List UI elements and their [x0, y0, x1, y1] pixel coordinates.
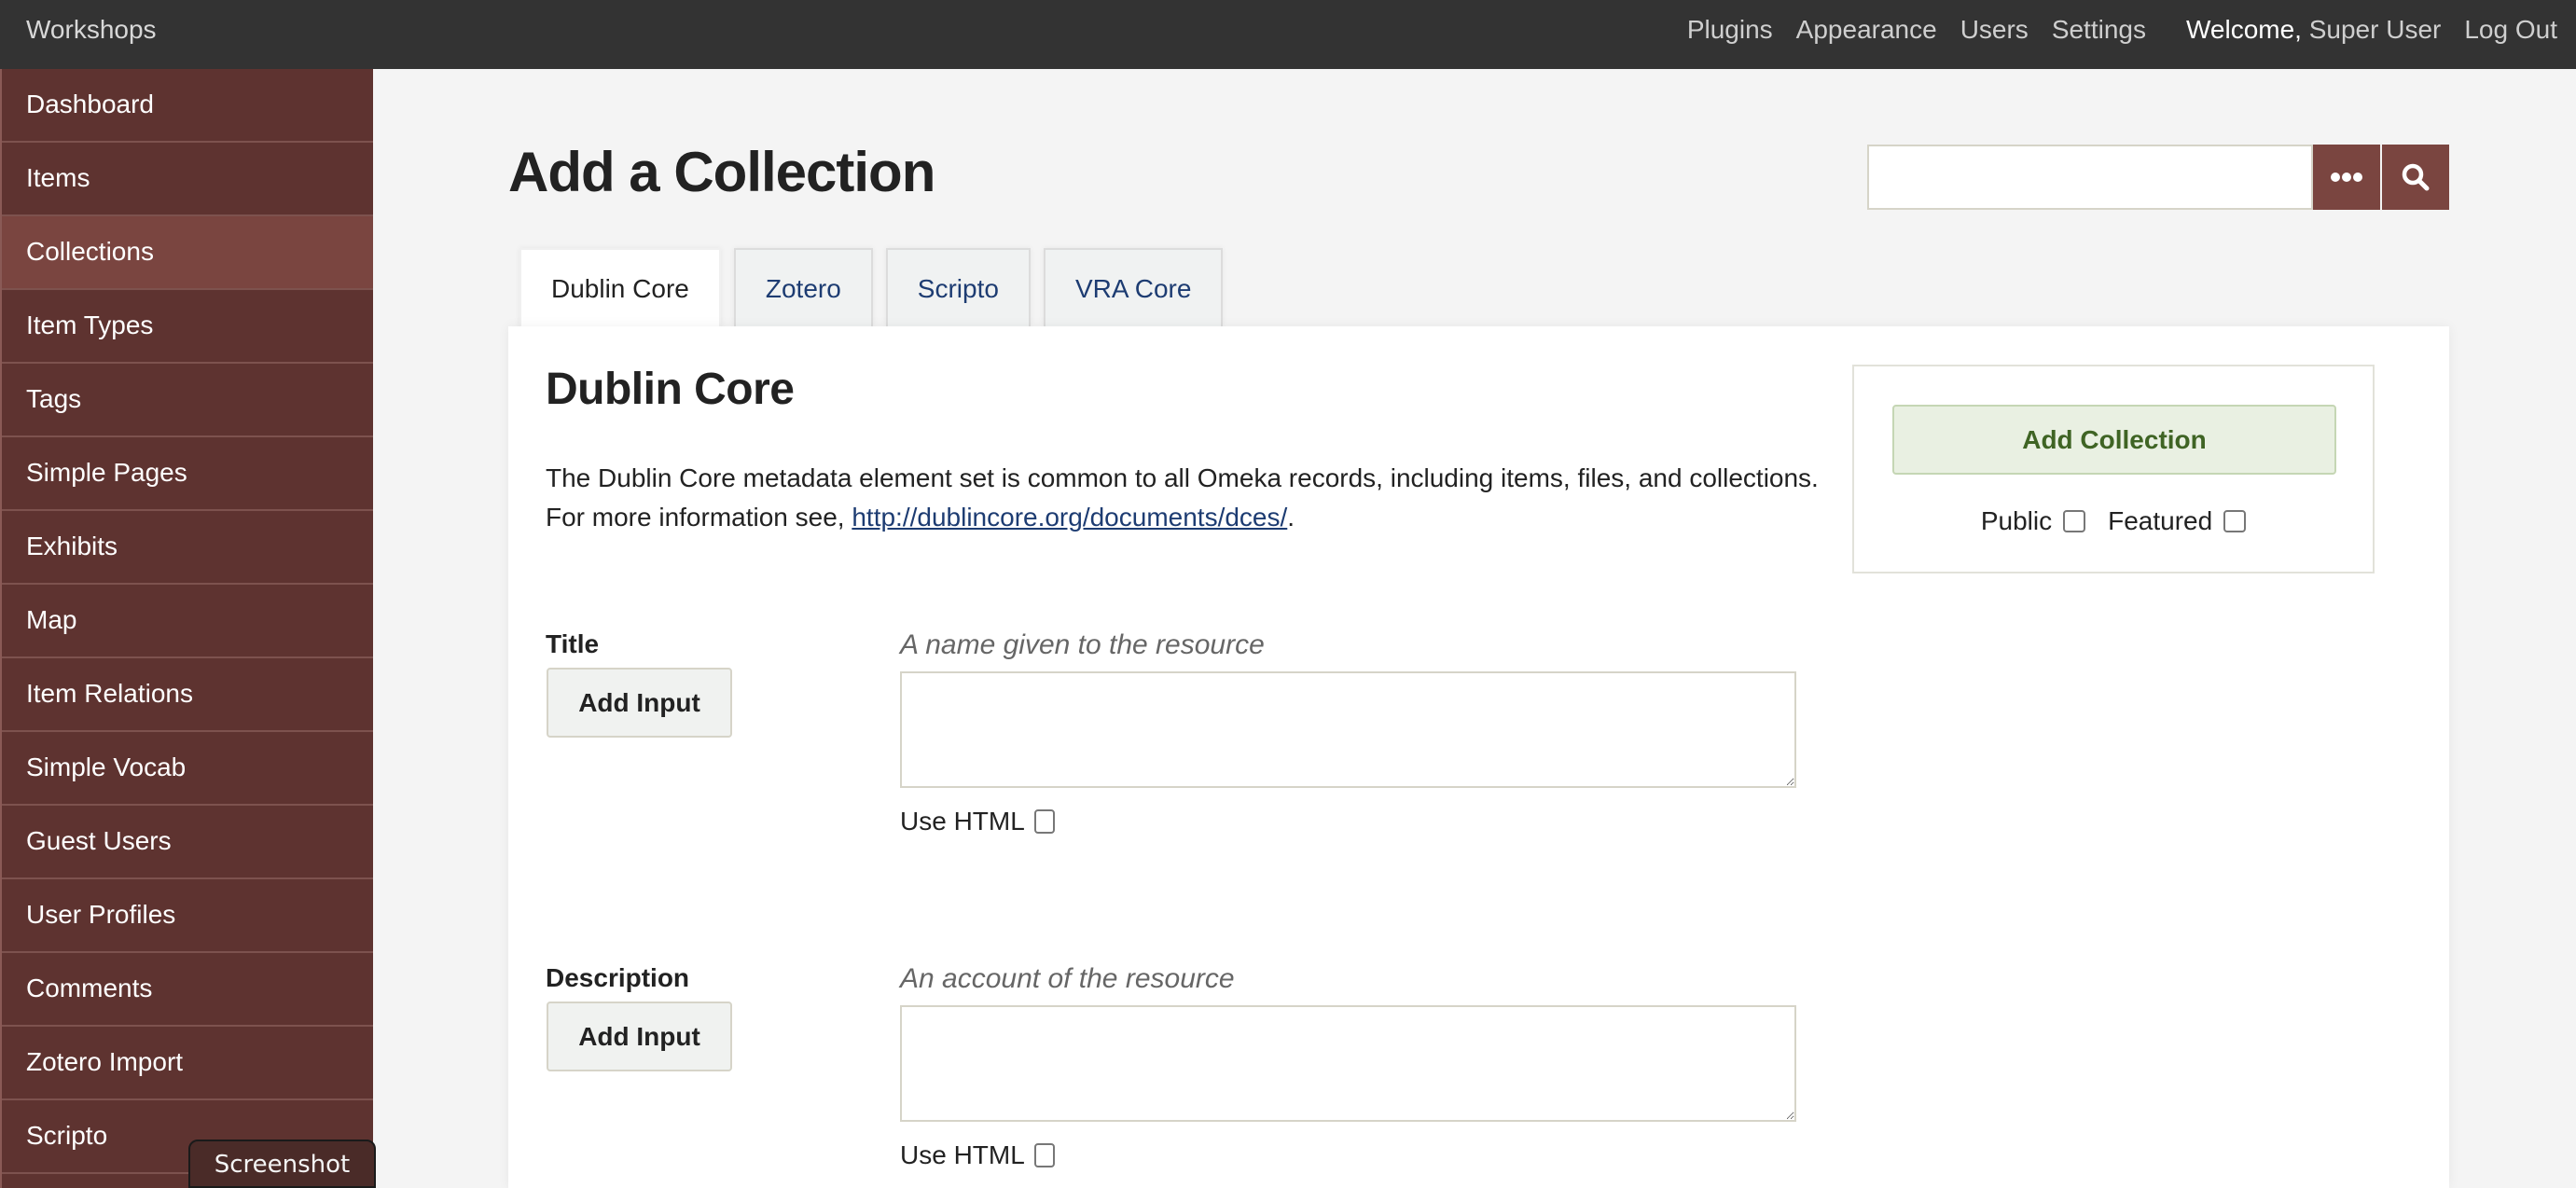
- sidebar-item-map[interactable]: Map: [2, 585, 373, 658]
- sidebar-item-item-relations[interactable]: Item Relations: [2, 658, 373, 732]
- use-html-label: Use HTML: [900, 1140, 1025, 1169]
- advanced-search-button[interactable]: [2313, 145, 2380, 210]
- sidebar-item-simple-vocab[interactable]: Simple Vocab: [2, 732, 373, 806]
- content-panel: Dublin Core The Dublin Core metadata ele…: [508, 326, 2449, 1188]
- add-input-button-description[interactable]: Add Input: [547, 1002, 732, 1071]
- nav-settings[interactable]: Settings: [2052, 15, 2146, 45]
- search-input[interactable]: [1867, 145, 2313, 210]
- use-html-title[interactable]: Use HTML: [900, 807, 1055, 836]
- sidebar-item-dashboard[interactable]: Dashboard: [2, 69, 373, 143]
- sidebar-item-user-profiles[interactable]: User Profiles: [2, 879, 373, 953]
- sidebar-item-items[interactable]: Items: [2, 143, 373, 216]
- top-nav: Plugins Appearance Users Settings Welcom…: [1664, 0, 2576, 60]
- tab-zotero[interactable]: Zotero: [733, 248, 873, 326]
- top-bar: Workshops Plugins Appearance Users Setti…: [0, 0, 2576, 69]
- page-title: Add a Collection: [508, 141, 935, 203]
- add-collection-button[interactable]: Add Collection: [1892, 405, 2336, 475]
- tab-dublin-core[interactable]: Dublin Core: [519, 248, 721, 328]
- search-icon: [2402, 163, 2430, 191]
- featured-label: Featured: [2108, 506, 2213, 535]
- welcome-label: Welcome,: [2185, 15, 2302, 44]
- search-submit-button[interactable]: [2382, 145, 2449, 210]
- public-option[interactable]: Public: [1980, 506, 2086, 536]
- section-heading: Dublin Core: [546, 365, 795, 414]
- sidebar-item-tags[interactable]: Tags: [2, 364, 373, 437]
- visibility-options: Public Featured: [1854, 506, 2373, 536]
- use-html-checkbox-title[interactable]: [1033, 809, 1055, 834]
- search-form: [1867, 145, 2449, 210]
- description-textarea[interactable]: [900, 1005, 1796, 1122]
- sidebar-item-comments[interactable]: Comments: [2, 953, 373, 1027]
- public-label: Public: [1980, 506, 2053, 535]
- dublin-core-link[interactable]: http://dublincore.org/documents/dces/: [852, 503, 1287, 532]
- featured-checkbox[interactable]: [2223, 510, 2247, 532]
- ellipsis-icon: [2331, 173, 2362, 182]
- sidebar: Dashboard Items Collections Item Types T…: [0, 69, 373, 1188]
- section-intro: The Dublin Core metadata element set is …: [546, 459, 1833, 537]
- nav-appearance[interactable]: Appearance: [1796, 15, 1937, 45]
- sidebar-item-collections[interactable]: Collections: [2, 216, 373, 290]
- field-label-description: Description: [546, 963, 690, 992]
- nav-users[interactable]: Users: [1960, 15, 2029, 45]
- sidebar-item-zotero-import[interactable]: Zotero Import: [2, 1027, 373, 1100]
- welcome-message: Welcome, Super User: [2186, 15, 2441, 45]
- save-panel: Add Collection Public Featured: [1852, 365, 2375, 573]
- field-label-title: Title: [546, 629, 600, 658]
- featured-option[interactable]: Featured: [2108, 506, 2247, 536]
- nav-plugins[interactable]: Plugins: [1687, 15, 1773, 45]
- tab-vra-core[interactable]: VRA Core: [1043, 248, 1224, 326]
- element-set-tabs: Dublin Core Zotero Scripto VRA Core: [519, 248, 1236, 328]
- sidebar-item-item-types[interactable]: Item Types: [2, 290, 373, 364]
- sidebar-item-simple-pages[interactable]: Simple Pages: [2, 437, 373, 511]
- logout-link[interactable]: Log Out: [2464, 15, 2557, 45]
- intro-end: .: [1287, 503, 1295, 532]
- user-name-link[interactable]: Super User: [2309, 15, 2442, 44]
- sidebar-item-exhibits[interactable]: Exhibits: [2, 511, 373, 585]
- public-checkbox[interactable]: [2063, 510, 2086, 532]
- title-textarea[interactable]: [900, 671, 1796, 788]
- add-input-button-title[interactable]: Add Input: [547, 668, 732, 738]
- use-html-checkbox-description[interactable]: [1033, 1143, 1055, 1167]
- field-hint-title: A name given to the resource: [900, 629, 1265, 660]
- screenshot-tooltip: Screenshot: [188, 1140, 376, 1188]
- tab-scripto[interactable]: Scripto: [885, 248, 1031, 326]
- use-html-description[interactable]: Use HTML: [900, 1140, 1055, 1170]
- use-html-label: Use HTML: [900, 807, 1025, 836]
- field-hint-description: An account of the resource: [900, 963, 1235, 994]
- site-title-link[interactable]: Workshops: [26, 0, 157, 60]
- sidebar-item-guest-users[interactable]: Guest Users: [2, 806, 373, 879]
